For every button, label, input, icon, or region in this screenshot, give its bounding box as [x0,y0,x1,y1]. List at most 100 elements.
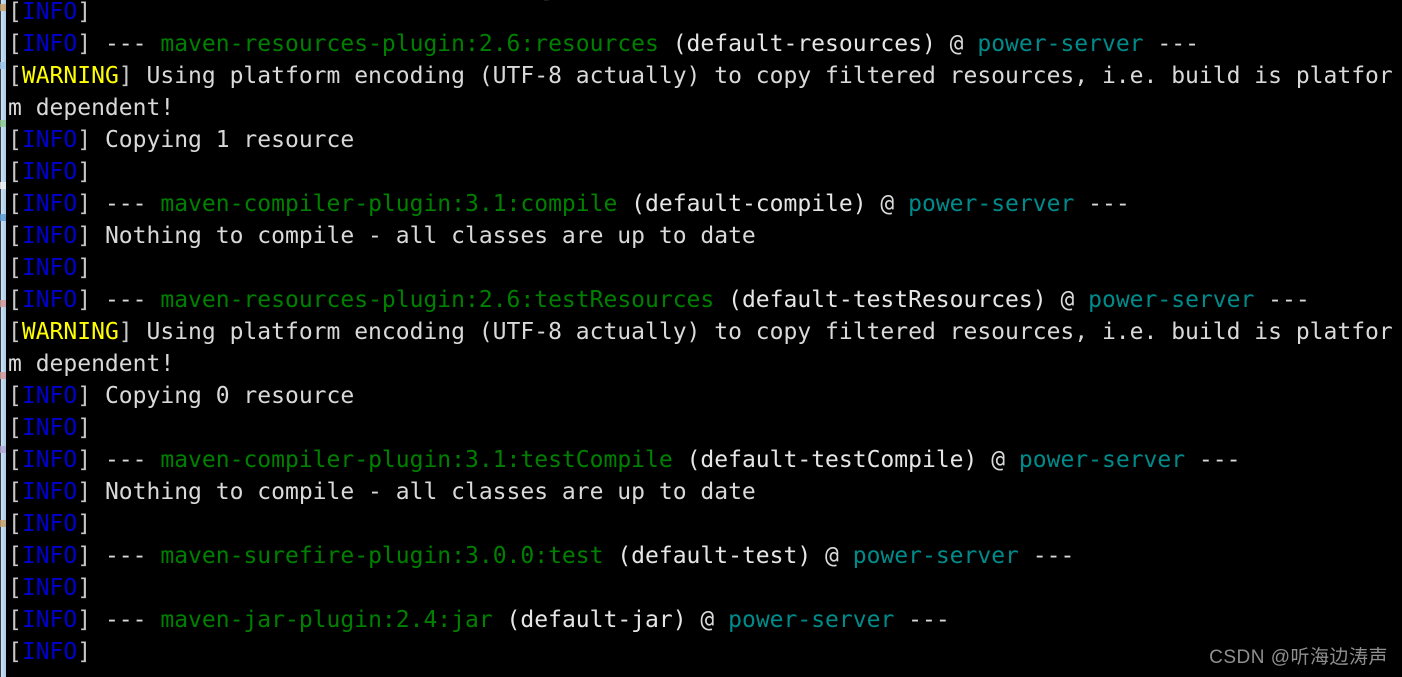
execution-id: (default-compile) [617,191,867,217]
log-level-label: WARNING [21,319,119,345]
bracket-open: [ [8,127,22,153]
log-level-label: INFO [21,287,78,313]
line-message: m dependent! [8,351,175,377]
bracket-open: [ [8,639,22,665]
plugin-coordinate: maven-surefire-plugin:3.0.0:test [160,543,604,569]
bracket-open: [ [8,191,22,217]
goal-dashes: --- [91,191,161,217]
log-level-label: INFO [21,127,78,153]
log-level-label: INFO [21,543,78,569]
plugin-coordinate: maven-compiler-plugin:3.1:testCompile [160,447,673,473]
log-level-label: INFO [21,447,78,473]
line-message: Copying 0 resource [91,383,355,409]
project-name: power-server [1018,447,1186,473]
console-line: [WARNING] Using platform encoding (UTF-8… [8,316,1393,348]
bracket-close: ] [77,543,92,569]
scrollbar-marker [0,214,6,221]
bracket-open: [ [8,415,22,441]
line-message: Nothing to compile - all classes are up … [91,479,756,505]
bracket-open: [ [8,287,22,313]
bracket-close: ] [77,479,92,505]
console-line: [INFO] [8,252,1393,284]
console-line: [INFO] Nothing to compile - all classes … [8,476,1393,508]
scrollbar-marker [0,4,6,11]
console-line: [INFO] [8,572,1393,604]
project-name: power-server [977,31,1144,57]
console-line: [WARNING] Using platform encoding (UTF-8… [8,60,1393,92]
goal-dashes: --- [91,447,161,473]
bracket-open: [ [8,479,22,505]
maven-build-console: ] [INFO][INFO] --- maven-resources-plugi… [0,0,1402,677]
console-line: [INFO] --- maven-resources-plugin:2.6:re… [8,28,1393,60]
log-level-label: WARNING [21,63,119,89]
bracket-close: ] [77,255,92,281]
bracket-close: ] [77,575,92,601]
bracket-close: ] [77,447,92,473]
console-scrollbar-marker-strip[interactable] [0,0,6,677]
plugin-coordinate: maven-jar-plugin:2.4:jar [160,607,493,633]
project-name: power-server [852,543,1019,569]
console-line: m dependent! [8,92,1393,124]
bracket-close: ] [77,511,92,537]
console-line: [INFO] [8,508,1393,540]
console-line: [INFO] --- maven-surefire-plugin:3.0.0:t… [8,540,1393,572]
goal-trailing-dashes: --- [1254,287,1310,313]
line-message: Using platform encoding (UTF-8 actually)… [132,63,1393,89]
goal-dashes: --- [91,31,161,57]
line-message: Copying 1 resource [91,127,355,153]
line-message: Nothing to compile - all classes are up … [91,223,756,249]
goal-trailing-dashes: --- [1074,191,1130,217]
bracket-close: ] [77,287,92,313]
log-level-label: INFO [21,223,78,249]
console-line: [INFO] [8,0,1393,28]
goal-trailing-dashes: --- [894,607,950,633]
console-line: [INFO] [8,412,1393,444]
bracket-open: [ [8,63,22,89]
scrollbar-marker [0,62,6,69]
csdn-watermark: CSDN @听海边涛声 [1209,647,1388,668]
bracket-close: ] [77,127,92,153]
bracket-open: [ [8,31,22,57]
project-name: power-server [728,607,895,633]
execution-id: (default-resources) [658,31,936,57]
at-symbol: @ [977,447,1019,473]
bracket-open: [ [8,0,22,25]
console-line: [INFO] Copying 0 resource [8,380,1393,412]
log-level-label: INFO [21,383,78,409]
bracket-close: ] [77,639,92,665]
goal-trailing-dashes: --- [1018,543,1075,569]
execution-id: (default-test) [603,543,812,569]
bracket-close: ] [77,607,92,633]
execution-id: (default-testResources) [714,287,1047,313]
bracket-open: [ [8,223,22,249]
console-line: [INFO] [8,636,1393,668]
plugin-coordinate: maven-resources-plugin:2.6:testResources [160,287,715,313]
scrollbar-marker [0,520,6,527]
log-level-label: INFO [21,159,78,185]
bracket-open: [ [8,159,22,185]
log-level-label: INFO [21,511,78,537]
execution-id: (default-jar) [492,607,687,633]
log-level-label: INFO [21,575,78,601]
goal-dashes: --- [91,287,161,313]
bracket-open: [ [8,607,22,633]
project-name: power-server [1088,287,1255,313]
log-level-label: INFO [21,607,78,633]
at-symbol: @ [811,543,853,569]
bracket-open: [ [8,575,22,601]
console-line: [INFO] --- maven-resources-plugin:2.6:te… [8,284,1393,316]
console-line: [INFO] --- maven-jar-plugin:2.4:jar (def… [8,604,1393,636]
bracket-close: ] [77,31,92,57]
bracket-close: ] [77,415,92,441]
log-level-label: INFO [21,31,78,57]
log-level-label: INFO [21,0,78,25]
console-line: [INFO] Copying 1 resource [8,124,1393,156]
goal-dashes: --- [91,607,161,633]
bracket-open: [ [8,383,22,409]
console-line: [INFO] [8,156,1393,188]
log-level-label: INFO [21,255,78,281]
log-level-label: INFO [21,639,78,665]
scrollbar-marker [0,182,6,189]
execution-id: (default-testCompile) [672,447,978,473]
bracket-close: ] [118,63,133,89]
